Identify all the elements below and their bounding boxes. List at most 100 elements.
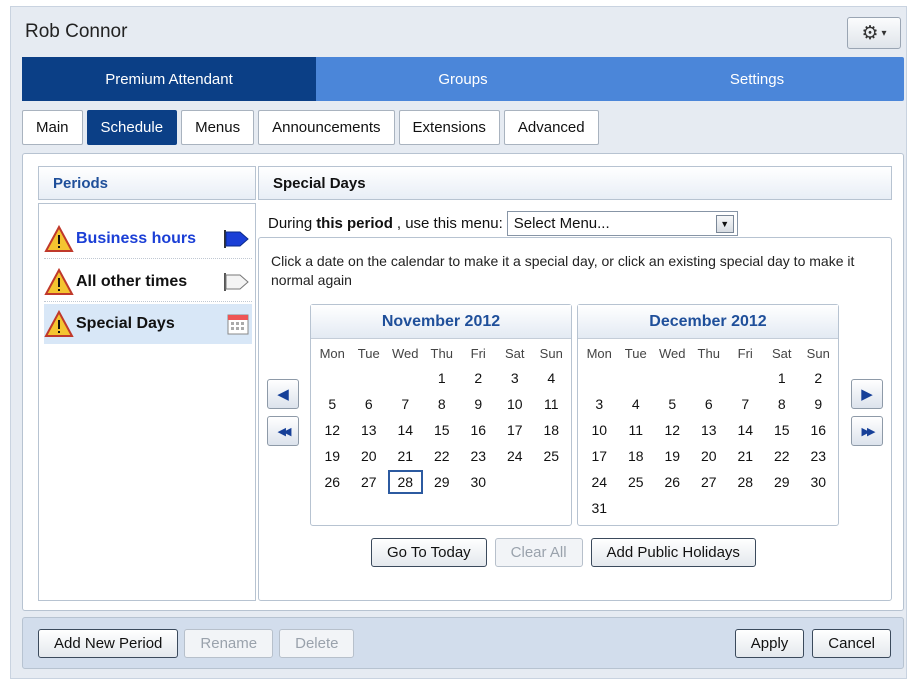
day-cell[interactable]: 5 [654,391,691,417]
next-year-button[interactable]: ▶▶ [851,416,883,446]
day-cell[interactable]: 6 [691,391,728,417]
day-cell[interactable]: 25 [618,469,655,495]
tab-extensions[interactable]: Extensions [398,110,500,145]
period-item-special-days[interactable]: Special Days [44,304,252,344]
tab-announcements[interactable]: Announcements [258,110,395,145]
day-cell[interactable]: 18 [533,417,570,443]
day-cell[interactable]: 17 [497,417,534,443]
day-cell[interactable]: 14 [387,417,424,443]
empty-day-cell [581,365,618,391]
clear-all-button[interactable]: Clear All [494,538,583,567]
tab-schedule[interactable]: Schedule [86,110,178,145]
prev-month-button[interactable]: ◀ [267,379,299,409]
weekday-header: Thu [430,345,453,361]
day-cell[interactable]: 26 [314,469,351,495]
day-cell[interactable]: 16 [460,417,497,443]
day-cell[interactable]: 21 [727,443,764,469]
day-cell[interactable]: 30 [460,469,497,495]
tab-menus[interactable]: Menus [181,110,255,145]
day-cell[interactable]: 23 [460,443,497,469]
day-cell[interactable]: 6 [351,391,388,417]
day-cell[interactable]: 15 [424,417,461,443]
warning-icon [44,224,74,252]
day-cell[interactable]: 31 [581,495,618,521]
day-cell[interactable]: 1 [764,365,801,391]
day-cell[interactable]: 30 [800,469,837,495]
rename-button[interactable]: Rename [184,629,274,658]
nav-tab-premium-attendant[interactable]: Premium Attendant [22,57,316,101]
add-public-holidays-button[interactable]: Add Public Holidays [590,538,756,567]
day-cell[interactable]: 23 [800,443,837,469]
day-cell[interactable]: 9 [800,391,837,417]
day-cell[interactable]: 29 [764,469,801,495]
tab-advanced[interactable]: Advanced [503,110,599,145]
empty-day-cell [727,365,764,391]
day-cell[interactable]: 17 [581,443,618,469]
day-cell[interactable]: 21 [387,443,424,469]
day-cell[interactable]: 10 [497,391,534,417]
day-cell[interactable]: 22 [424,443,461,469]
day-cell[interactable]: 20 [691,443,728,469]
cancel-button[interactable]: Cancel [812,629,891,658]
day-cell[interactable]: 13 [351,417,388,443]
app-window: Rob Connor ⚙ ▾ Premium Attendant Groups … [10,6,907,679]
day-cell[interactable]: 29 [424,469,461,495]
settings-menu-button[interactable]: ⚙ ▾ [847,17,901,49]
period-item-business-hours[interactable]: Business hours [44,219,252,259]
day-cell[interactable]: 19 [654,443,691,469]
period-label: Special Days [76,315,175,332]
day-cell[interactable]: 25 [533,443,570,469]
today-day-cell[interactable]: 28 [387,469,424,495]
day-cell[interactable]: 11 [618,417,655,443]
menu-select[interactable]: Select Menu... ▼ [506,211,738,236]
day-cell[interactable]: 9 [460,391,497,417]
apply-button[interactable]: Apply [734,629,805,658]
day-cell[interactable]: 4 [618,391,655,417]
day-cell[interactable]: 5 [314,391,351,417]
day-cell[interactable]: 8 [424,391,461,417]
tab-main[interactable]: Main [22,110,83,145]
day-cell[interactable]: 7 [387,391,424,417]
day-cell[interactable]: 18 [618,443,655,469]
delete-button[interactable]: Delete [279,629,355,658]
next-month-button[interactable]: ▶ [851,379,883,409]
day-cell[interactable]: 24 [581,469,618,495]
day-grid: Mon Tue Wed Thu Fri Sat Sun 1 2 3 4 5 6 7 8 9 10 11 12 13 14… [311,339,571,495]
day-cell[interactable]: 26 [654,469,691,495]
go-to-today-button[interactable]: Go To Today [371,538,487,567]
day-cell[interactable]: 8 [764,391,801,417]
day-cell[interactable]: 16 [800,417,837,443]
calendar-panel: Click a date on the calendar to make it … [258,237,892,601]
menu-selection-row: During this period , use this menu: Sele… [268,211,738,236]
day-cell[interactable]: 27 [351,469,388,495]
day-cell[interactable]: 14 [727,417,764,443]
periods-list: Business hours All other times Special D… [38,203,256,601]
nav-tab-groups[interactable]: Groups [316,57,610,101]
day-cell[interactable]: 28 [727,469,764,495]
day-cell[interactable]: 13 [691,417,728,443]
day-cell[interactable]: 19 [314,443,351,469]
day-cell[interactable]: 3 [497,365,534,391]
day-cell[interactable]: 1 [424,365,461,391]
day-cell[interactable]: 20 [351,443,388,469]
day-cell[interactable]: 22 [764,443,801,469]
day-cell[interactable]: 27 [691,469,728,495]
day-cell[interactable]: 7 [727,391,764,417]
chevron-down-icon[interactable]: ▼ [715,214,734,233]
period-item-all-other-times[interactable]: All other times [44,262,252,302]
add-new-period-button[interactable]: Add New Period [38,629,179,658]
nav-tab-settings[interactable]: Settings [610,57,904,101]
day-cell[interactable]: 12 [314,417,351,443]
day-cell[interactable]: 2 [800,365,837,391]
day-cell[interactable]: 10 [581,417,618,443]
prev-year-button[interactable]: ◀◀ [267,416,299,446]
weekday-header: Fri [737,345,753,361]
day-cell[interactable]: 4 [533,365,570,391]
day-cell[interactable]: 11 [533,391,570,417]
day-cell[interactable]: 15 [764,417,801,443]
day-cell[interactable]: 24 [497,443,534,469]
day-cell[interactable]: 2 [460,365,497,391]
day-cell[interactable]: 3 [581,391,618,417]
double-arrow-right-icon: ▶▶ [861,424,876,438]
day-cell[interactable]: 12 [654,417,691,443]
